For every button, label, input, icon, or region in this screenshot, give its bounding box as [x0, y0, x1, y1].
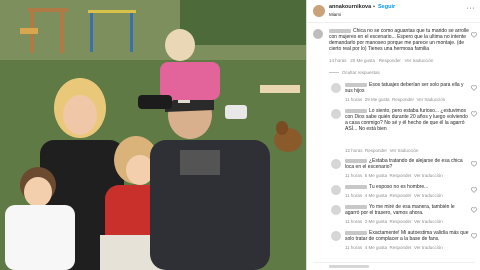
action-bar: [313, 262, 475, 270]
heart-icon[interactable]: [471, 32, 477, 38]
comment-meta: 11 horas 4 Me gusta Responder Ver traduc…: [345, 245, 443, 250]
comment-item: Lo siento, pero estaba furioso... ¿estuv…: [307, 108, 480, 158]
separator-dot: •: [373, 4, 375, 10]
commenter-avatar[interactable]: [331, 83, 341, 93]
commenter-name-blurred[interactable]: [329, 28, 351, 33]
comment-time[interactable]: 11 horas: [345, 173, 362, 178]
commenter-avatar[interactable]: [331, 205, 341, 215]
comment-time[interactable]: 11 horas: [345, 219, 362, 224]
comment-reply[interactable]: Responder: [389, 219, 411, 224]
post-photo[interactable]: [0, 0, 306, 270]
comment-time[interactable]: 11 horas: [345, 245, 362, 250]
comment-time[interactable]: 11 horas: [345, 193, 362, 198]
caption-likes[interactable]: 20 Me gusta: [350, 58, 375, 63]
heart-icon[interactable]: [471, 207, 477, 213]
comment-meta: 11 horas 29 Me gusta Responder Ver tradu…: [345, 97, 445, 102]
comment-reply[interactable]: Responder: [365, 148, 387, 153]
comments-panel: annakournikova • Seguir Miami ··· Chica …: [306, 0, 480, 270]
comment-time[interactable]: 11 horas: [345, 97, 362, 102]
heart-icon[interactable]: [471, 187, 477, 193]
comment-item: Exactamente! Mi autoestima validía más q…: [307, 230, 480, 256]
location-label[interactable]: Miami: [329, 12, 341, 17]
more-options-icon[interactable]: ···: [467, 5, 476, 12]
comment-translate[interactable]: Ver traducción: [414, 173, 443, 178]
comment-likes[interactable]: 4 Me gusta: [365, 193, 387, 198]
family-photo-illustration: [0, 0, 306, 270]
hide-replies-toggle[interactable]: Ocultar respuestas: [329, 70, 380, 75]
heart-icon[interactable]: [471, 161, 477, 167]
heart-icon[interactable]: [471, 233, 477, 239]
author-username[interactable]: annakournikova: [329, 4, 371, 10]
commenter-name-blurred[interactable]: [345, 158, 367, 163]
commenter-avatar[interactable]: [331, 231, 341, 241]
comment-translate[interactable]: Ver traducción: [414, 193, 443, 198]
comment-meta: 12 horas Responder Ver traducción: [345, 148, 418, 153]
heart-icon[interactable]: [471, 85, 477, 91]
commenter-name-blurred[interactable]: [345, 184, 367, 189]
comment-likes[interactable]: 5 Me gusta: [365, 173, 387, 178]
comment-translate[interactable]: Ver traducción: [414, 219, 443, 224]
comment-translate[interactable]: Ver traducción: [417, 97, 446, 102]
comment-translate[interactable]: Ver traducción: [414, 245, 443, 250]
comment-likes[interactable]: 2 Me gusta: [365, 219, 387, 224]
comment-reply[interactable]: Responder: [389, 245, 411, 250]
comment-reply[interactable]: Responder: [389, 193, 411, 198]
partial-row-placeholder: [329, 265, 369, 268]
caption-time[interactable]: 14 horas: [329, 58, 347, 63]
commenter-avatar[interactable]: [331, 159, 341, 169]
heart-icon[interactable]: [471, 111, 477, 117]
caption-reply[interactable]: Responder: [379, 58, 401, 63]
commenter-avatar[interactable]: [331, 185, 341, 195]
comment-meta: 11 horas 2 Me gusta Responder Ver traduc…: [345, 219, 443, 224]
post-header: annakournikova • Seguir Miami ···: [307, 0, 480, 23]
caption-translate[interactable]: Ver traducción: [405, 58, 434, 63]
author-avatar[interactable]: [313, 5, 325, 17]
comment-reply[interactable]: Responder: [389, 173, 411, 178]
comment-text: Tu esposo no es hombre...: [369, 184, 429, 190]
comment-likes[interactable]: 4 Me gusta: [365, 245, 387, 250]
comment-likes[interactable]: 29 Me gusta: [365, 97, 390, 102]
comment-item: ¿Estaba tratando de alejarse de esa chic…: [307, 158, 480, 182]
caption-meta: 14 horas 20 Me gusta Responder Ver tradu…: [329, 58, 433, 63]
follow-button[interactable]: Seguir: [378, 4, 395, 10]
commenter-avatar[interactable]: [331, 109, 341, 119]
instagram-post-viewer: annakournikova • Seguir Miami ··· Chica …: [0, 0, 480, 270]
commenter-name-blurred[interactable]: [345, 108, 367, 113]
caption-comment: Chica no se como aguantas que tu marido …: [307, 28, 480, 68]
commenter-name-blurred[interactable]: [345, 230, 367, 235]
comment-item: Tu esposo no es hombre... 11 horas 4 Me …: [307, 184, 480, 202]
commenter-name-blurred[interactable]: [345, 82, 367, 87]
comment-reply[interactable]: Responder: [392, 97, 414, 102]
commenter-name-blurred[interactable]: [345, 204, 367, 209]
comment-item: Esos tatuajes deberían ser solo para ell…: [307, 82, 480, 106]
comment-item: Yo me miré de esa manera, también le aga…: [307, 204, 480, 228]
comment-time[interactable]: 12 horas: [345, 148, 363, 153]
commenter-avatar[interactable]: [313, 29, 323, 39]
comment-translate[interactable]: Ver traducción: [390, 148, 419, 153]
comment-meta: 11 horas 4 Me gusta Responder Ver traduc…: [345, 193, 443, 198]
comment-meta: 11 horas 5 Me gusta Responder Ver traduc…: [345, 173, 443, 178]
